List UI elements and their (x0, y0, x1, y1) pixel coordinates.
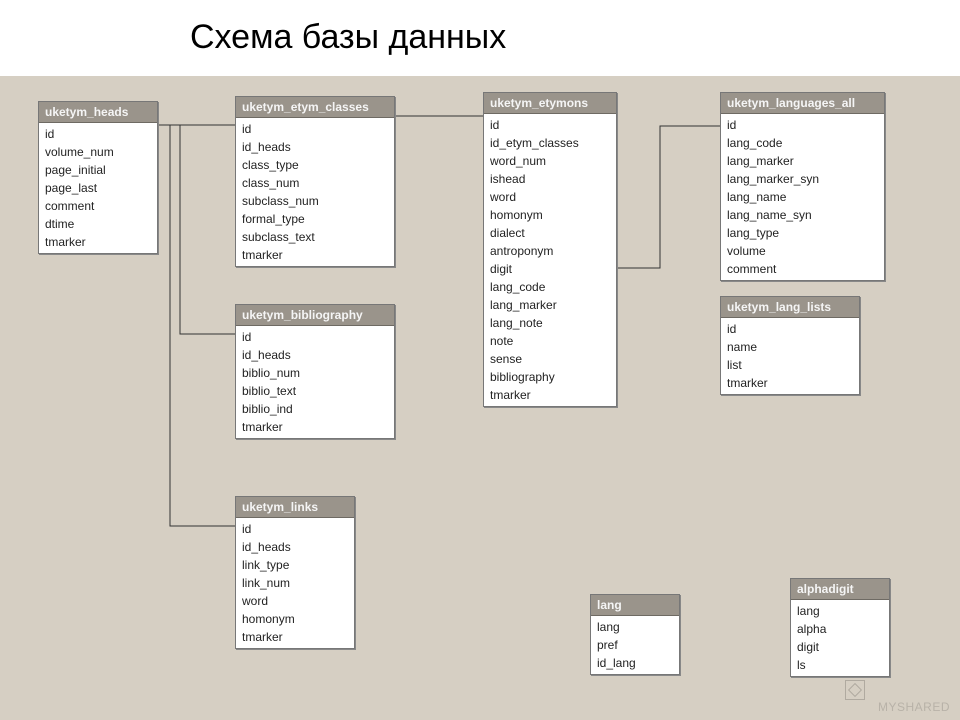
table-header: lang (591, 595, 679, 616)
table-body: lang pref id_lang (591, 616, 679, 674)
watermark-text: MYSHARED (878, 700, 950, 714)
table-uketym-languages-all[interactable]: uketym_languages_all id lang_code lang_m… (720, 92, 885, 281)
table-row: lang (791, 602, 889, 620)
table-row: page_last (39, 179, 157, 197)
table-lang[interactable]: lang lang pref id_lang (590, 594, 680, 675)
table-row: page_initial (39, 161, 157, 179)
table-row: pref (591, 636, 679, 654)
table-row: id (484, 116, 616, 134)
page-title: Схема базы данных (190, 18, 506, 57)
table-header: uketym_lang_lists (721, 297, 859, 318)
table-row: id (721, 116, 884, 134)
table-row: lang_code (721, 134, 884, 152)
table-row: link_type (236, 556, 354, 574)
table-row: list (721, 356, 859, 374)
table-body: id id_heads biblio_num biblio_text bibli… (236, 326, 394, 438)
table-row: biblio_num (236, 364, 394, 382)
table-row: lang (591, 618, 679, 636)
table-uketym-etymons[interactable]: uketym_etymons id id_etym_classes word_n… (483, 92, 617, 407)
table-row: formal_type (236, 210, 394, 228)
table-row: ishead (484, 170, 616, 188)
table-uketym-lang-lists[interactable]: uketym_lang_lists id name list tmarker (720, 296, 860, 395)
table-row: lang_marker (484, 296, 616, 314)
table-row: lang_name (721, 188, 884, 206)
table-header: uketym_bibliography (236, 305, 394, 326)
table-row: ls (791, 656, 889, 674)
table-header: alphadigit (791, 579, 889, 600)
table-header: uketym_heads (39, 102, 157, 123)
table-row: volume_num (39, 143, 157, 161)
table-body: id id_heads class_type class_num subclas… (236, 118, 394, 266)
table-row: id_etym_classes (484, 134, 616, 152)
table-row: id (721, 320, 859, 338)
table-row: id_heads (236, 138, 394, 156)
table-header: uketym_languages_all (721, 93, 884, 114)
table-row: class_num (236, 174, 394, 192)
table-row: name (721, 338, 859, 356)
table-row: biblio_ind (236, 400, 394, 418)
table-row: comment (39, 197, 157, 215)
table-row: word_num (484, 152, 616, 170)
table-row: lang_marker_syn (721, 170, 884, 188)
schema-canvas: uketym_heads id volume_num page_initial … (0, 76, 960, 720)
table-row: lang_type (721, 224, 884, 242)
table-body: id volume_num page_initial page_last com… (39, 123, 157, 253)
table-row: tmarker (236, 628, 354, 646)
table-row: tmarker (39, 233, 157, 251)
table-uketym-heads[interactable]: uketym_heads id volume_num page_initial … (38, 101, 158, 254)
table-body: lang alpha digit ls (791, 600, 889, 676)
table-row: antroponym (484, 242, 616, 260)
table-row: lang_note (484, 314, 616, 332)
table-uketym-links[interactable]: uketym_links id id_heads link_type link_… (235, 496, 355, 649)
table-row: tmarker (236, 246, 394, 264)
table-header: uketym_links (236, 497, 354, 518)
table-row: id_lang (591, 654, 679, 672)
table-body: id id_etym_classes word_num ishead word … (484, 114, 616, 406)
table-row: comment (721, 260, 884, 278)
table-row: subclass_text (236, 228, 394, 246)
table-row: dialect (484, 224, 616, 242)
table-body: id name list tmarker (721, 318, 859, 394)
table-row: word (236, 592, 354, 610)
table-alphadigit[interactable]: alphadigit lang alpha digit ls (790, 578, 890, 677)
table-row: tmarker (484, 386, 616, 404)
table-body: id lang_code lang_marker lang_marker_syn… (721, 114, 884, 280)
table-uketym-bibliography[interactable]: uketym_bibliography id id_heads biblio_n… (235, 304, 395, 439)
table-uketym-etym-classes[interactable]: uketym_etym_classes id id_heads class_ty… (235, 96, 395, 267)
table-header: uketym_etym_classes (236, 97, 394, 118)
table-header: uketym_etymons (484, 93, 616, 114)
table-row: homonym (484, 206, 616, 224)
table-row: bibliography (484, 368, 616, 386)
table-row: lang_name_syn (721, 206, 884, 224)
table-row: tmarker (236, 418, 394, 436)
table-row: id (39, 125, 157, 143)
table-row: id_heads (236, 346, 394, 364)
table-row: id_heads (236, 538, 354, 556)
table-row: id (236, 520, 354, 538)
table-row: id (236, 328, 394, 346)
table-row: biblio_text (236, 382, 394, 400)
table-row: class_type (236, 156, 394, 174)
table-row: id (236, 120, 394, 138)
table-body: id id_heads link_type link_num word homo… (236, 518, 354, 648)
table-row: homonym (236, 610, 354, 628)
table-row: dtime (39, 215, 157, 233)
table-row: note (484, 332, 616, 350)
table-row: volume (721, 242, 884, 260)
table-row: digit (791, 638, 889, 656)
table-row: lang_code (484, 278, 616, 296)
table-row: word (484, 188, 616, 206)
table-row: subclass_num (236, 192, 394, 210)
table-row: digit (484, 260, 616, 278)
table-row: tmarker (721, 374, 859, 392)
table-row: link_num (236, 574, 354, 592)
watermark-icon (845, 680, 865, 700)
table-row: lang_marker (721, 152, 884, 170)
table-row: alpha (791, 620, 889, 638)
table-row: sense (484, 350, 616, 368)
